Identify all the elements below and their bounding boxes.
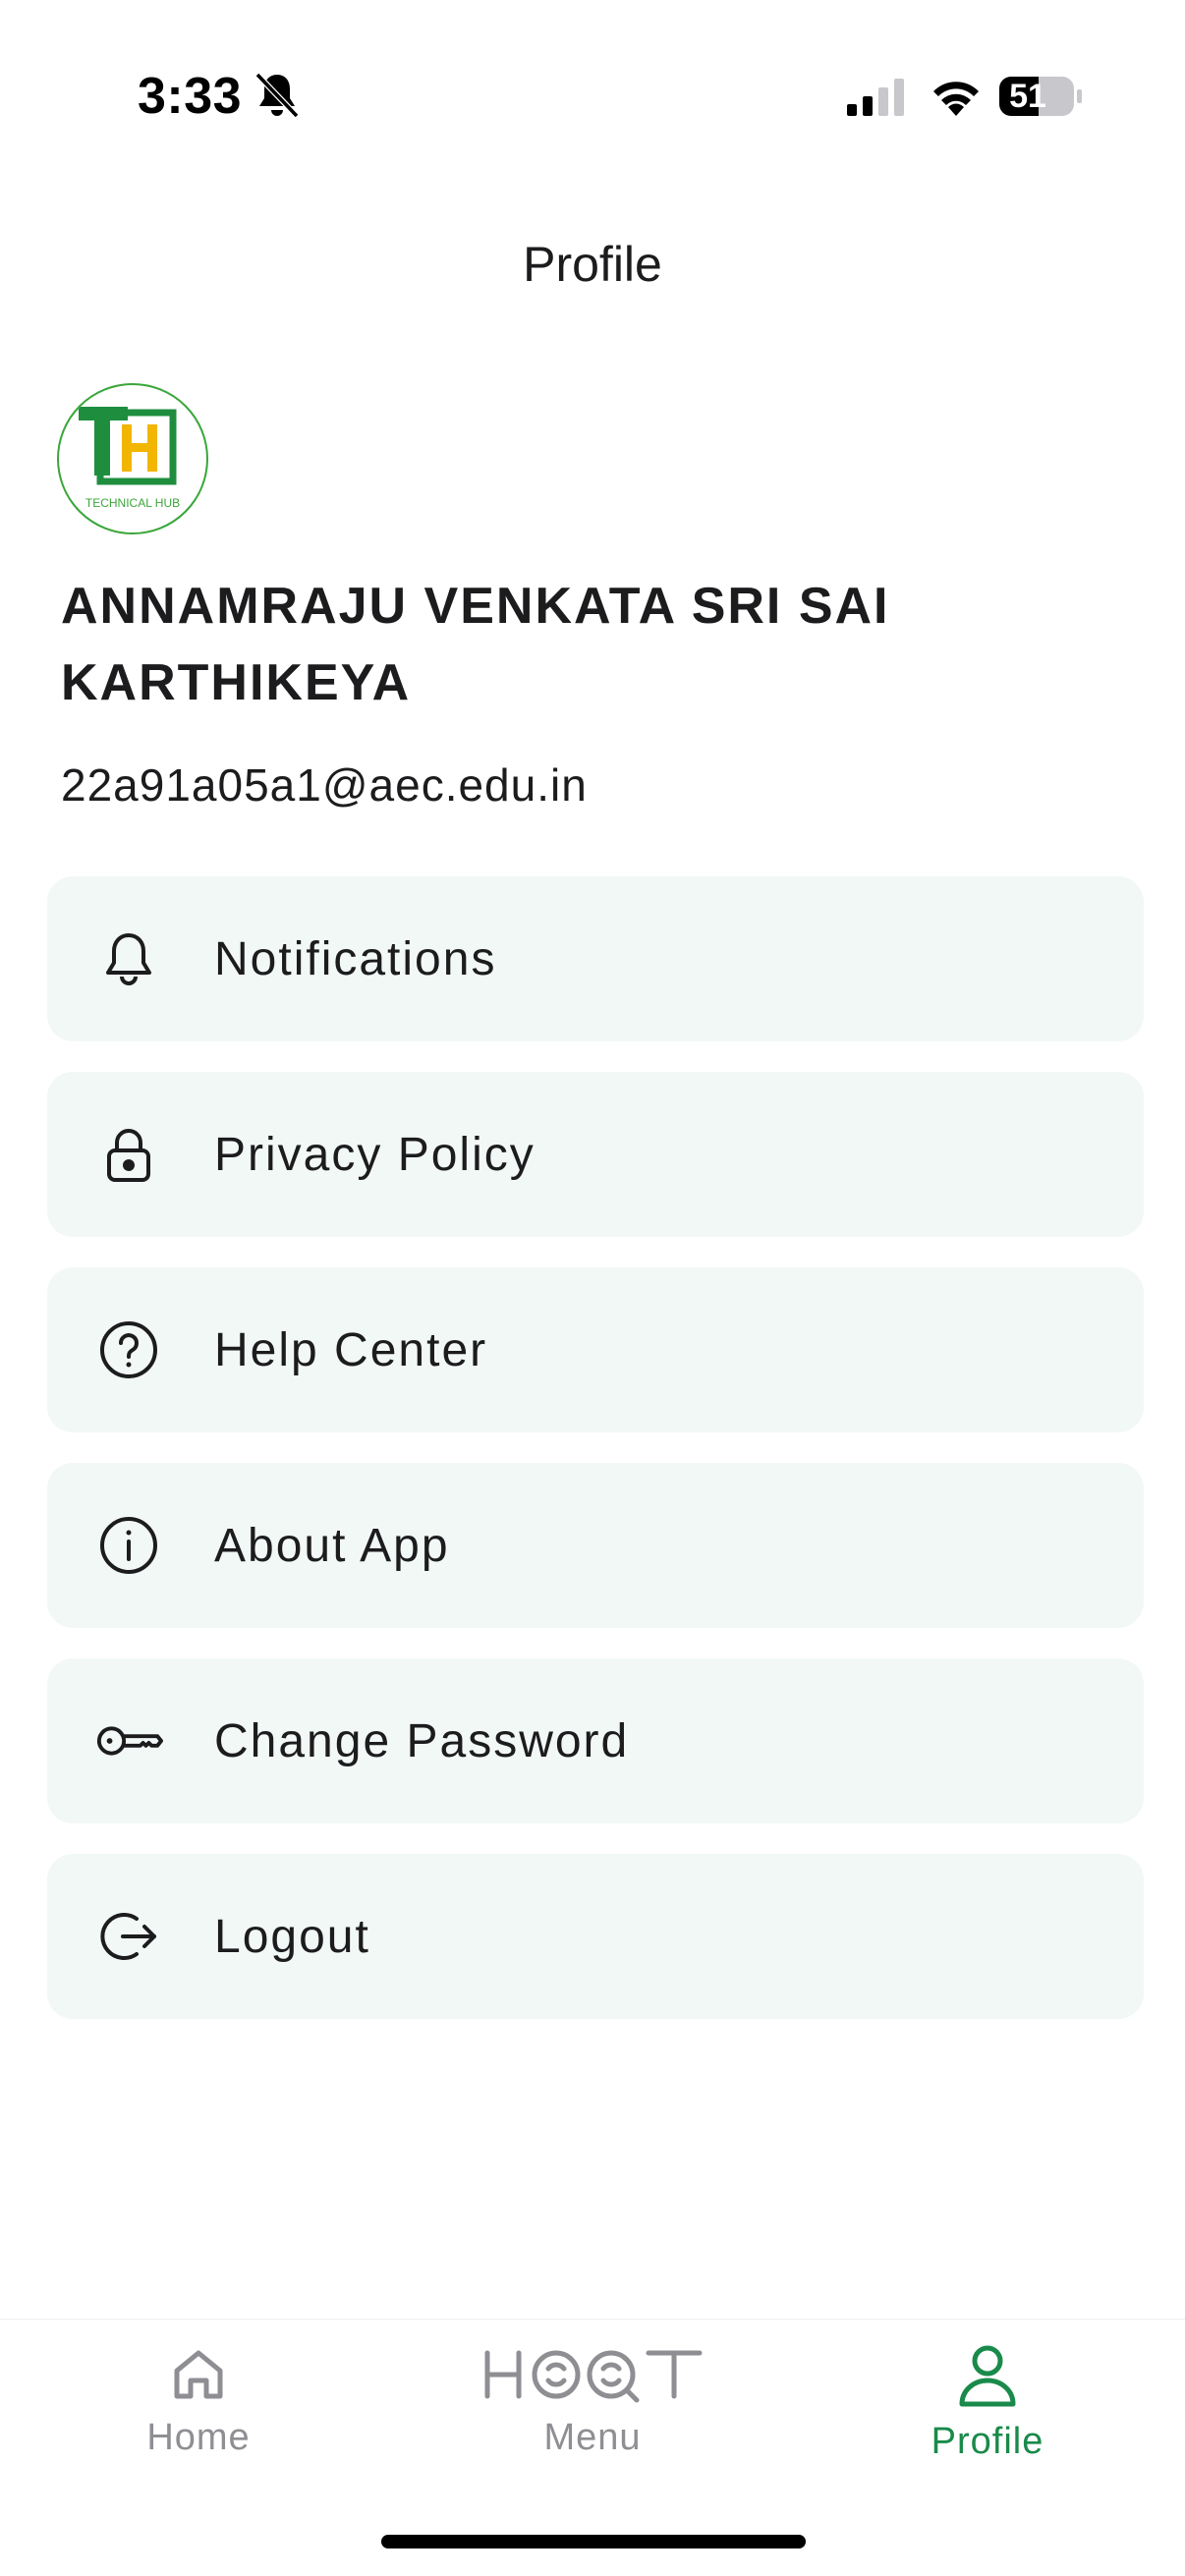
menu-item-about-app[interactable]: About App (47, 1463, 1144, 1628)
nav-menu[interactable]: Menu (465, 2343, 720, 2459)
menu-item-label: Notifications (214, 932, 497, 985)
menu-item-change-password[interactable]: Change Password (47, 1658, 1144, 1823)
info-icon (94, 1511, 163, 1580)
page-title: Profile (523, 237, 662, 292)
nav-profile[interactable]: Profile (860, 2343, 1115, 2463)
user-icon (959, 2345, 1016, 2407)
status-bar: 3:33 51 (0, 0, 1185, 196)
nav-menu-label: Menu (543, 2417, 642, 2458)
user-name: ANNAMRAJU VENKATA SRI SAI KARTHIKEYA (61, 578, 890, 711)
help-circle-icon (94, 1316, 163, 1384)
home-icon (174, 2350, 223, 2399)
hoot-logo-icon (484, 2350, 703, 2403)
nav-home-label: Home (146, 2417, 251, 2458)
key-icon (94, 1707, 163, 1775)
cellular-signal-icon (847, 79, 904, 116)
menu-item-label: Privacy Policy (214, 1128, 536, 1181)
avatar-subtext: TECHNICAL HUB (85, 496, 180, 510)
menu-item-label: Change Password (214, 1714, 630, 1767)
home-indicator[interactable] (381, 2535, 806, 2548)
menu-item-help-center[interactable]: Help Center (47, 1267, 1144, 1432)
wifi-icon (933, 82, 979, 116)
user-email: 22a91a05a1@aec.edu.in (61, 759, 588, 811)
bell-icon (94, 924, 163, 993)
logout-icon (94, 1902, 163, 1971)
bell-slash-icon (254, 72, 300, 119)
menu-item-label: Logout (214, 1910, 370, 1963)
nav-profile-label: Profile (931, 2421, 1044, 2462)
nav-home[interactable]: Home (71, 2343, 326, 2459)
settings-menu: Notifications Privacy Policy Help Center… (47, 876, 1144, 2049)
menu-item-notifications[interactable]: Notifications (47, 876, 1144, 1041)
menu-item-label: Help Center (214, 1323, 488, 1376)
menu-item-privacy-policy[interactable]: Privacy Policy (47, 1072, 1144, 1237)
profile-screen: 3:33 51 Profile TECHNICAL HUB ANNAMRAJU … (0, 0, 1185, 2576)
avatar[interactable]: TECHNICAL HUB (57, 383, 208, 534)
technical-hub-logo: TECHNICAL HUB (79, 407, 180, 510)
menu-item-logout[interactable]: Logout (47, 1854, 1144, 2019)
battery-level: 51 (1009, 78, 1046, 115)
status-time: 3:33 (138, 68, 243, 125)
menu-item-label: About App (214, 1519, 450, 1572)
lock-icon (94, 1120, 163, 1189)
